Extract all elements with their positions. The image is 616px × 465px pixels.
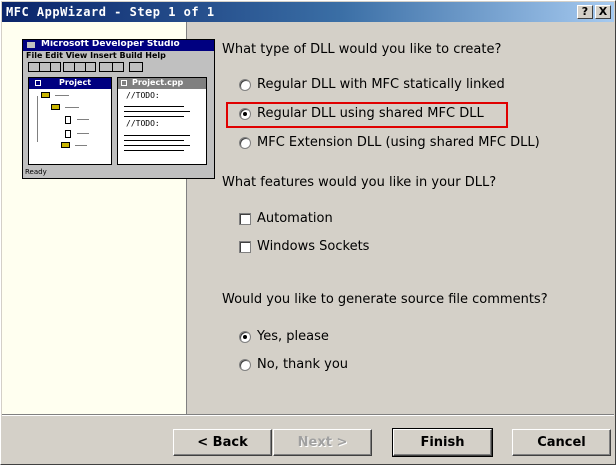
footer-divider-highlight — [2, 415, 614, 416]
mini-file-tab: Project.cpp — [132, 78, 184, 87]
appwizard-dialog: MFC AppWizard - Step 1 of 1 ? X Microsof… — [0, 0, 616, 465]
next-button[interactable]: Next > — [273, 429, 372, 456]
mini-status-bar: Ready — [25, 168, 47, 176]
checkbox-label: Automation — [257, 211, 333, 226]
mini-toolbar-group — [63, 62, 96, 72]
radio-button[interactable] — [239, 79, 251, 91]
close-button[interactable]: X — [595, 5, 611, 19]
radio-button[interactable] — [239, 359, 251, 371]
window-title: MFC AppWizard - Step 1 of 1 — [6, 5, 215, 19]
folder-icon — [51, 104, 60, 110]
code-squiggle — [124, 145, 190, 146]
mini-editor-window: Project.cpp //TODO: //TODO: — [117, 77, 207, 165]
mini-menu-bar: File Edit View Insert Build Help — [26, 51, 166, 60]
mini-todo-comment: //TODO: — [126, 119, 160, 128]
radio-label: No, thank you — [257, 357, 349, 372]
folder-icon — [61, 142, 70, 148]
code-squiggle — [124, 116, 184, 117]
code-squiggle — [124, 111, 190, 112]
checkbox[interactable] — [239, 213, 251, 225]
mini-todo-comment: //TODO: — [126, 91, 160, 100]
mini-app-title: Microsoft Developer Studio — [41, 39, 180, 49]
mini-app-icon — [27, 42, 35, 48]
mini-project-titlebar: Project — [29, 78, 111, 89]
radio-label: MFC Extension DLL (using shared MFC DLL) — [257, 135, 540, 150]
code-squiggle — [124, 150, 184, 151]
radio-label: Regular DLL with MFC statically linked — [257, 77, 505, 92]
comments-question: Would you like to generate source file c… — [222, 292, 548, 307]
finish-button[interactable]: Finish — [392, 428, 493, 457]
help-button[interactable]: ? — [577, 5, 593, 19]
file-icon — [65, 116, 71, 124]
tree-squiggle — [77, 133, 89, 134]
mini-toolbar-group — [99, 62, 124, 72]
checkbox[interactable] — [239, 241, 251, 253]
mini-project-title: Project — [59, 78, 92, 87]
mini-toolbar-group — [28, 62, 61, 72]
mini-project-window: Project — [28, 77, 112, 165]
title-bar[interactable]: MFC AppWizard - Step 1 of 1 ? X — [2, 2, 614, 22]
ide-illustration: Microsoft Developer Studio File Edit Vie… — [22, 39, 215, 179]
tree-squiggle — [77, 119, 89, 120]
radio-button[interactable] — [239, 137, 251, 149]
code-squiggle — [124, 106, 184, 107]
mini-title-bar: Microsoft Developer Studio — [23, 40, 214, 51]
code-squiggle — [124, 135, 190, 136]
tree-line — [37, 96, 38, 142]
mini-toolbar-button — [129, 62, 143, 72]
radio-label: Yes, please — [257, 329, 329, 344]
code-squiggle — [124, 140, 184, 141]
cancel-button[interactable]: Cancel — [512, 429, 611, 456]
back-button[interactable]: < Back — [173, 429, 272, 456]
radio-button-selected[interactable] — [239, 331, 251, 343]
tree-squiggle — [65, 107, 79, 108]
tree-squiggle — [55, 95, 69, 96]
features-question: What features would you like in your DLL… — [222, 175, 497, 190]
folder-icon — [41, 92, 50, 98]
dll-type-question: What type of DLL would you like to creat… — [222, 42, 502, 57]
mini-box-icon — [121, 80, 127, 86]
mini-editor-titlebar: Project.cpp — [118, 78, 206, 89]
checkbox-label: Windows Sockets — [257, 239, 370, 254]
tree-squiggle — [75, 145, 87, 146]
file-icon — [65, 130, 71, 138]
mini-box-icon — [35, 80, 41, 86]
red-highlight-box — [226, 102, 508, 128]
